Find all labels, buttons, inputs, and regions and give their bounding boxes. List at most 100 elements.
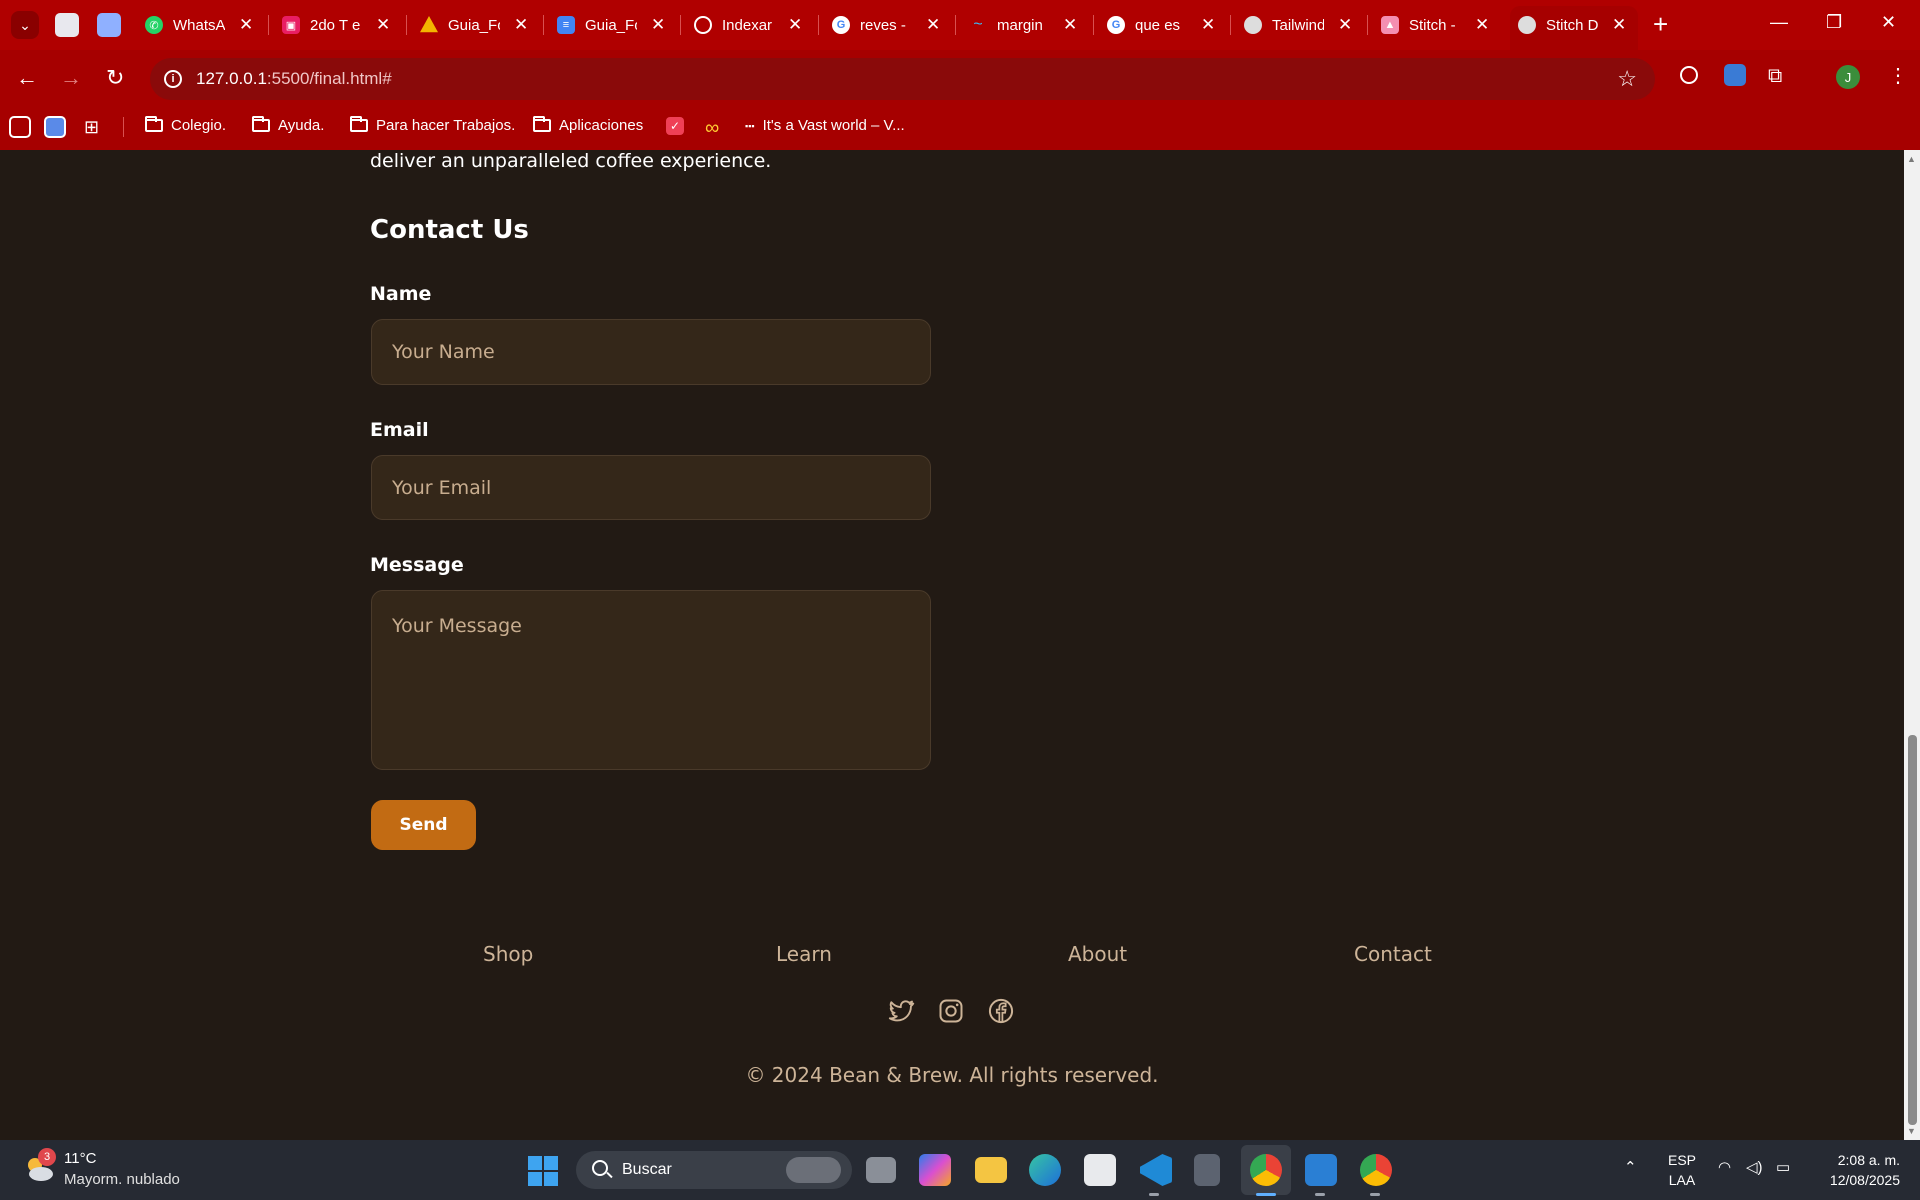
bookmark-pocket[interactable]: ✓ [666,117,684,135]
footer-link-about[interactable]: About [1068,942,1127,966]
tab-divider [268,15,269,35]
restore-button[interactable]: ❐ [1826,12,1842,33]
site-info-icon[interactable]: i [164,70,182,88]
tab-google-que-es[interactable]: G que es ✕ [1099,8,1215,42]
close-icon[interactable]: ✕ [1612,15,1626,35]
volume-icon[interactable]: ◁) [1746,1158,1763,1176]
weather-temperature[interactable]: 11°C [64,1150,96,1167]
chrome-icon[interactable] [1250,1154,1282,1186]
bookmark-ayuda[interactable]: Ayuda. [252,116,325,134]
stitch-icon: ▲ [1381,16,1399,34]
back-button[interactable]: ← [16,65,38,91]
new-tab-button[interactable]: + [1653,10,1668,38]
google-icon: G [1107,16,1125,34]
vscode-icon[interactable] [1140,1154,1172,1186]
tab-tailwind[interactable]: Tailwind ✕ [1236,8,1352,42]
forward-button[interactable]: → [60,65,82,91]
folder-icon [252,116,270,132]
pinned-tab-1[interactable] [55,13,79,37]
copilot-icon[interactable] [919,1154,951,1186]
tab-classroom[interactable]: ▣ 2do T e ✕ [274,8,390,42]
reload-button[interactable]: ↻ [106,65,124,91]
apps-grid-icon[interactable]: ⊞ [84,117,99,138]
page-scrollbar[interactable]: ▲ ▼ [1904,150,1920,1140]
pinned-tab-2[interactable] [97,13,121,37]
close-icon[interactable]: ✕ [376,15,390,35]
tab-title: que es [1135,16,1181,34]
tab-title: Stitch - [1409,16,1456,34]
close-icon[interactable]: ✕ [1063,15,1077,35]
close-icon[interactable]: ✕ [788,15,802,35]
message-textarea[interactable] [371,590,931,770]
wifi-icon[interactable]: ◠ [1718,1158,1731,1176]
close-icon[interactable]: ✕ [239,15,253,35]
tab-stitch[interactable]: ▲ Stitch - ✕ [1373,8,1489,42]
tab-stitch-active[interactable]: Stitch D ✕ [1510,8,1626,42]
start-button[interactable] [528,1156,558,1186]
footer-link-learn[interactable]: Learn [776,942,832,966]
bookmark-app-1-icon[interactable] [9,116,31,138]
tab-openai[interactable]: Indexar ✕ [686,8,802,42]
extension-block-icon[interactable] [1680,66,1698,84]
bookmark-label: Aplicaciones [559,117,644,134]
scroll-down-arrow-icon[interactable]: ▼ [1907,1126,1916,1136]
file-explorer-icon[interactable] [975,1157,1007,1183]
task-view-icon[interactable] [866,1157,896,1183]
name-input[interactable] [371,319,931,385]
tab-divider [955,15,956,35]
system-clock[interactable]: 2:08 a. m. 12/08/2025 [1810,1150,1900,1190]
bookmark-star-icon[interactable]: ☆ [1617,66,1637,92]
tab-docs[interactable]: ≡ Guia_Fo ✕ [549,8,665,42]
battery-icon[interactable]: ▭ [1776,1158,1790,1176]
store-icon[interactable] [1084,1154,1116,1186]
bookmark-app-2-icon[interactable] [44,116,66,138]
bookmark-label: Ayuda. [278,117,325,134]
tab-whatsapp[interactable]: ✆ WhatsApp ✕ [137,8,253,42]
url-text[interactable]: 127.0.0.1:5500/final.html# [196,69,392,89]
close-icon[interactable]: ✕ [1338,15,1352,35]
contact-heading: Contact Us [370,215,529,245]
input-language[interactable]: ESP LAA [1668,1150,1696,1190]
extensions-puzzle-icon[interactable]: ⧉ [1768,65,1782,88]
calculator-icon[interactable] [1194,1154,1220,1186]
close-icon[interactable]: ✕ [1201,15,1215,35]
weather-description[interactable]: Mayorm. nublado [64,1171,180,1188]
bookmark-infinity[interactable]: ∞ [705,117,719,140]
taskbar-search[interactable]: Buscar [576,1151,852,1189]
bookmark-vast-world[interactable]: ▪▪▪ It's a Vast world – V... [745,117,905,134]
footer-link-contact[interactable]: Contact [1354,942,1432,966]
tab-title: margin [997,16,1043,34]
send-button[interactable]: Send [371,800,476,850]
chrome-profile-icon[interactable] [1360,1154,1392,1186]
bookmark-divider [123,117,124,137]
tray-overflow-chevron-icon[interactable]: ⌃ [1624,1158,1637,1176]
footer-link-shop[interactable]: Shop [483,942,533,966]
tab-google-reves[interactable]: G reves - ✕ [824,8,940,42]
close-icon[interactable]: ✕ [514,15,528,35]
minimize-button[interactable]: — [1770,12,1788,33]
close-icon[interactable]: ✕ [1475,15,1489,35]
chevron-down-icon: ⌄ [19,16,31,33]
close-icon[interactable]: ✕ [651,15,665,35]
photos-icon[interactable] [1305,1154,1337,1186]
bookmark-colegio[interactable]: Colegio. [145,116,226,134]
address-bar[interactable]: i 127.0.0.1:5500/final.html# ☆ [150,58,1655,100]
bookmark-para-hacer-trabajos[interactable]: Para hacer Trabajos. [350,116,515,134]
menu-kebab-icon[interactable]: ⋮ [1888,63,1908,88]
twitter-icon[interactable] [887,997,915,1025]
tab-tailwind-margin[interactable]: ~ margin ✕ [961,8,1077,42]
bookmark-aplicaciones[interactable]: Aplicaciones [533,116,644,134]
facebook-icon[interactable] [987,997,1015,1025]
scrollbar-thumb[interactable] [1908,735,1917,1125]
scroll-up-arrow-icon[interactable]: ▲ [1907,154,1916,164]
instagram-icon[interactable] [937,997,965,1025]
extension-translate-icon[interactable] [1724,64,1746,86]
profile-avatar[interactable]: J [1836,65,1860,89]
close-icon[interactable]: ✕ [926,15,940,35]
tab-search-button[interactable]: ⌄ [11,11,39,39]
edge-icon[interactable] [1029,1154,1061,1186]
close-window-button[interactable]: ✕ [1881,12,1896,33]
tab-drive[interactable]: Guia_Fo ✕ [412,8,528,42]
email-input[interactable] [371,455,931,520]
profile-initial: J [1844,69,1852,85]
